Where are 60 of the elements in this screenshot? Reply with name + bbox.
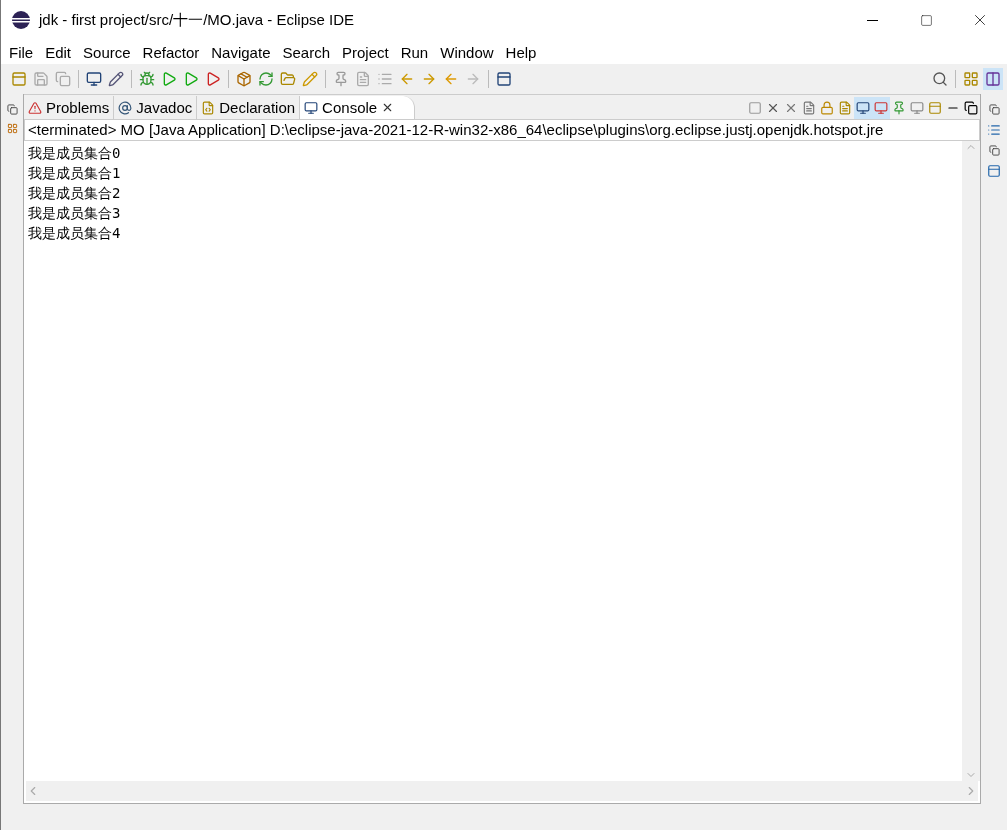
perspective-icon xyxy=(985,71,1001,87)
menu-item[interactable]: Run xyxy=(394,43,435,61)
run-icon xyxy=(161,71,177,87)
warning-icon xyxy=(28,100,42,115)
close-icon xyxy=(766,101,780,115)
menu-item[interactable]: Window xyxy=(434,43,500,61)
console-line: 我是成员集合1 xyxy=(28,164,122,183)
pen-icon xyxy=(108,71,124,87)
menu-item[interactable]: File xyxy=(3,43,40,61)
console-line: 我是成员集合4 xyxy=(28,224,122,243)
panel-icon xyxy=(987,164,1001,178)
window-title: jdk - first project/src/十一/MO.java - Eclipse IDE xyxy=(39,10,356,30)
maximize-icon xyxy=(919,13,933,27)
monitor-icon xyxy=(86,71,102,87)
list-icon xyxy=(987,123,1001,137)
package-icon xyxy=(236,71,252,87)
perspective-button[interactable] xyxy=(983,68,1003,90)
refresh-icon xyxy=(258,71,274,87)
save-all-icon xyxy=(55,71,71,87)
console-header: <terminated> MO [Java Application] D:\eclipse-java-2021-12-R-win32-x86_64\eclipse\plugins\org.eclipse.justj.openjdk.hotspot.jre xyxy=(24,119,980,141)
restore-icon xyxy=(964,101,978,115)
forward-icon xyxy=(465,71,481,87)
lock-icon xyxy=(820,101,834,115)
restore-icon xyxy=(988,145,1000,156)
monitor-icon xyxy=(304,100,319,115)
pin-icon xyxy=(892,101,906,115)
menu-item[interactable]: Edit xyxy=(39,43,78,61)
monitor-button[interactable] xyxy=(854,97,872,119)
eclipse-logo-icon xyxy=(11,10,31,30)
console-line: 我是成员集合0 xyxy=(28,144,122,163)
menu-item[interactable]: Refactor xyxy=(136,43,206,61)
menu-item[interactable]: Help xyxy=(499,43,543,61)
back-icon xyxy=(443,71,459,87)
restore-icon xyxy=(988,104,1000,115)
menu-item[interactable]: Navigate xyxy=(205,43,277,61)
folder-icon xyxy=(280,71,296,87)
forward-icon xyxy=(421,71,437,87)
monitor-icon xyxy=(874,101,888,115)
view-tab[interactable]: Console xyxy=(300,96,416,119)
menu-item[interactable]: Project xyxy=(336,43,395,61)
minimize-icon xyxy=(866,19,878,21)
save-icon xyxy=(33,71,49,87)
back-icon xyxy=(399,71,415,87)
grid-icon xyxy=(963,71,979,87)
monitor-icon xyxy=(910,101,924,115)
document-icon xyxy=(201,100,216,115)
console-line: 我是成员集合2 xyxy=(28,184,122,203)
menu-item[interactable]: Source xyxy=(77,43,137,61)
at-sign-icon xyxy=(118,100,133,115)
document-icon xyxy=(355,71,371,87)
search-icon xyxy=(932,71,948,87)
stop-icon xyxy=(748,101,762,115)
window-icon xyxy=(496,71,512,87)
bug-icon xyxy=(139,71,155,87)
list-icon xyxy=(377,71,393,87)
console-line: 我是成员集合3 xyxy=(28,204,122,223)
monitor-icon xyxy=(856,101,870,115)
restore-icon xyxy=(6,104,18,115)
menu-item[interactable]: Search xyxy=(276,43,336,61)
pin-icon xyxy=(333,71,349,87)
